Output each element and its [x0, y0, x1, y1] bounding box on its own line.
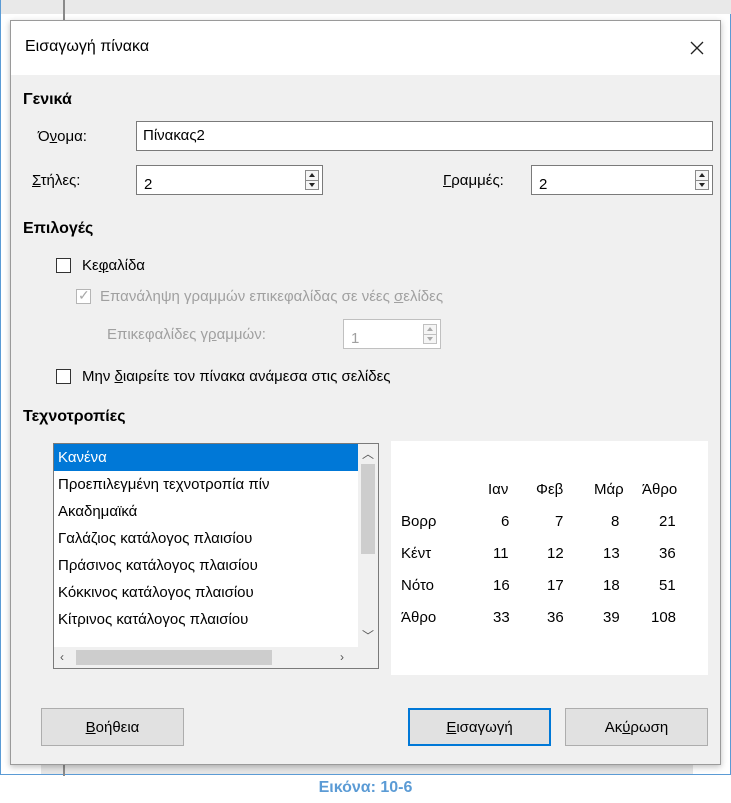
- insert-table-dialog: Εισαγωγή πίνακα Γενικά Όνομα: Πίνακας2 Σ…: [10, 20, 721, 765]
- scroll-corner: [358, 647, 378, 668]
- heading-rows-spinbox[interactable]: 1: [343, 319, 441, 349]
- repeat-heading-checkbox[interactable]: ✓: [76, 287, 91, 304]
- spin-down-icon[interactable]: [427, 337, 433, 341]
- preview-col-header: Φεβ: [536, 481, 564, 498]
- list-item[interactable]: Κανένα: [54, 444, 358, 471]
- help-button[interactable]: Βοήθεια: [41, 708, 184, 746]
- horizontal-scrollbar[interactable]: ‹ ›: [54, 647, 358, 668]
- list-item[interactable]: Κίτρινος κατάλογος πλαισίου: [54, 606, 358, 633]
- list-item[interactable]: Κόκκινος κατάλογος πλαισίου: [54, 579, 358, 606]
- preview-cell: 12: [547, 545, 564, 562]
- insert-button-label: Εισαγωγή: [446, 718, 513, 736]
- list-item[interactable]: Ακαδημαϊκά: [54, 498, 358, 525]
- spin-down-icon[interactable]: [309, 183, 315, 187]
- checkmark-icon: ✓: [78, 287, 90, 303]
- table-preview: Ιαν Φεβ Μάρ Άθρο Βορρ 6 7 8 21 Κέντ 11 1…: [391, 441, 708, 675]
- preview-cell: 108: [651, 609, 677, 626]
- table-name-input[interactable]: Πίνακας2: [136, 121, 713, 151]
- preview-cell: 6: [501, 513, 510, 530]
- chevron-up-icon[interactable]: ︿: [362, 448, 374, 460]
- preview-cell: 8: [611, 513, 620, 530]
- section-styles-heading: Τεχνοτροπίες: [23, 408, 126, 425]
- preview-row-label: Άθρο: [401, 609, 437, 626]
- heading-rows-label: Επικεφαλίδες γραμμών:: [107, 326, 266, 343]
- preview-cell: 16: [493, 577, 510, 594]
- rows-label: Γραμμές:: [443, 172, 504, 189]
- rows-spinbox[interactable]: 2: [531, 165, 713, 195]
- chevron-down-icon[interactable]: ﹀: [362, 630, 374, 642]
- preview-row-label: Νότο: [401, 577, 435, 594]
- spin-up-icon[interactable]: [309, 173, 315, 177]
- section-general-heading: Γενικά: [23, 91, 72, 108]
- preview-cell: 21: [659, 513, 676, 530]
- insert-button[interactable]: Εισαγωγή: [408, 708, 551, 746]
- columns-spinbox[interactable]: 2: [136, 165, 323, 195]
- columns-label: Στήλες:: [32, 172, 81, 189]
- rows-spin-buttons[interactable]: [695, 170, 709, 190]
- columns-spin-buttons[interactable]: [305, 170, 319, 190]
- preview-col-header: Ιαν: [488, 481, 509, 498]
- preview-cell: 18: [603, 577, 620, 594]
- dialog-title: Εισαγωγή πίνακα: [25, 38, 150, 55]
- preview-cell: 36: [547, 609, 564, 626]
- rows-value: 2: [539, 176, 548, 193]
- close-button[interactable]: [674, 21, 720, 75]
- chevron-left-icon[interactable]: ‹: [60, 651, 64, 663]
- preview-row-label: Βορρ: [401, 513, 437, 530]
- preview-cell: 51: [659, 577, 676, 594]
- spin-down-icon[interactable]: [699, 183, 705, 187]
- spin-up-icon[interactable]: [699, 173, 705, 177]
- heading-rows-value: 1: [351, 330, 360, 347]
- preview-cell: 11: [493, 545, 509, 562]
- heading-checkbox[interactable]: [56, 258, 71, 273]
- document-margin-rule: [63, 0, 65, 20]
- list-item[interactable]: Προεπιλεγμένη τεχνοτροπία πίν: [54, 471, 358, 498]
- document-top-band: [1, 0, 731, 14]
- preview-cell: 36: [659, 545, 676, 562]
- spin-up-icon[interactable]: [427, 327, 433, 331]
- repeat-heading-label: Επανάληψη γραμμών επικεφαλίδας σε νέες σ…: [100, 288, 444, 305]
- list-item[interactable]: Γαλάζιος κατάλογος πλαισίου: [54, 525, 358, 552]
- vertical-scrollbar[interactable]: ︿ ﹀: [358, 444, 378, 647]
- cancel-button-label: Ακύρωση: [604, 718, 669, 736]
- help-button-label: Βοήθεια: [85, 718, 140, 736]
- document-bottom-band: [41, 764, 693, 774]
- vertical-scroll-thumb[interactable]: [361, 464, 375, 554]
- preview-cell: 7: [555, 513, 564, 530]
- close-icon: [690, 41, 704, 55]
- figure-caption: Εικόνα: 10-6: [318, 779, 413, 796]
- styles-listbox[interactable]: Κανένα Προεπιλεγμένη τεχνοτροπία πίν Ακα…: [53, 443, 379, 669]
- preview-cell: 17: [547, 577, 564, 594]
- heading-checkbox-label: Κεφαλίδα: [82, 257, 145, 274]
- dialog-titlebar: Εισαγωγή πίνακα: [11, 21, 720, 75]
- heading-rows-spin-buttons[interactable]: [423, 324, 437, 344]
- dont-split-checkbox[interactable]: [56, 369, 71, 384]
- section-options-heading: Επιλογές: [23, 220, 94, 237]
- columns-value: 2: [144, 176, 153, 193]
- dont-split-label: Μην διαιρείτε τον πίνακα ανάμεσα στις σε…: [82, 368, 391, 385]
- preview-cell: 13: [603, 545, 620, 562]
- preview-cell: 33: [493, 609, 510, 626]
- list-item[interactable]: Πράσινος κατάλογος πλαισίου: [54, 552, 358, 579]
- preview-cell: 39: [603, 609, 620, 626]
- name-label: Όνομα:: [38, 128, 87, 145]
- horizontal-scroll-thumb[interactable]: [76, 650, 272, 665]
- preview-col-header: Μάρ: [594, 481, 624, 498]
- chevron-right-icon[interactable]: ›: [340, 651, 344, 663]
- preview-row-label: Κέντ: [401, 545, 432, 562]
- preview-col-header: Άθρο: [642, 481, 678, 498]
- cancel-button[interactable]: Ακύρωση: [565, 708, 708, 746]
